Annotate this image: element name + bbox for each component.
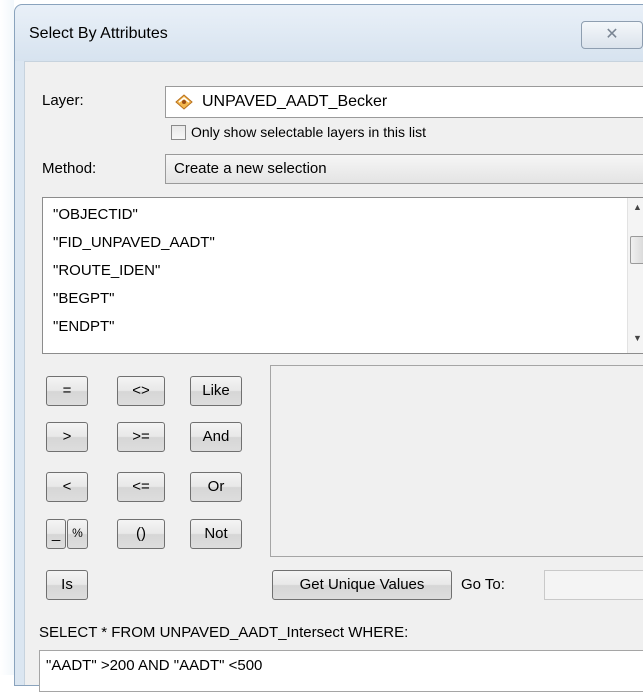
window-edge: [0, 0, 14, 675]
scroll-thumb[interactable]: [630, 236, 643, 264]
method-dropdown[interactable]: Create a new selection ▼: [165, 154, 643, 184]
list-item[interactable]: "ROUTE_IDEN": [53, 262, 160, 279]
list-item[interactable]: "FID_UNPAVED_AADT": [53, 234, 215, 251]
scroll-up-icon[interactable]: ▲: [628, 202, 643, 218]
layer-icon: [174, 92, 194, 112]
or-button[interactable]: Or: [190, 472, 242, 502]
like-button[interactable]: Like: [190, 376, 242, 406]
only-selectable-label: Only show selectable layers in this list: [191, 124, 426, 140]
dialog-client-area: Layer: UNPAVED_AADT_Becker ▼ Only show s…: [24, 61, 643, 692]
close-button[interactable]: ✕: [581, 21, 643, 49]
layer-label: Layer:: [42, 92, 84, 109]
only-selectable-checkbox[interactable]: [171, 125, 186, 140]
not-equal-button[interactable]: <>: [117, 376, 165, 406]
less-equal-button[interactable]: <=: [117, 472, 165, 502]
close-icon: ✕: [605, 26, 619, 43]
underscore-button[interactable]: _: [46, 519, 66, 549]
percent-button[interactable]: %: [67, 519, 88, 549]
list-item[interactable]: "ENDPT": [53, 318, 115, 335]
field-list-scrollbar[interactable]: ▲ ▼: [627, 198, 643, 353]
and-button[interactable]: And: [190, 422, 242, 452]
select-by-attributes-dialog: Select By Attributes ✕ Layer: UNPAVED_AA…: [14, 4, 643, 692]
get-unique-values-button[interactable]: Get Unique Values: [272, 570, 452, 600]
method-label: Method:: [42, 160, 97, 177]
field-list[interactable]: "OBJECTID" "FID_UNPAVED_AADT" "ROUTE_IDE…: [42, 197, 643, 354]
where-clause-text: "AADT" >200 AND "AADT" <500: [46, 657, 263, 674]
parentheses-button[interactable]: (): [117, 519, 165, 549]
goto-input[interactable]: [544, 570, 643, 600]
list-item[interactable]: "OBJECTID": [53, 206, 138, 223]
is-button[interactable]: Is: [46, 570, 88, 600]
window-title: Select By Attributes: [29, 25, 168, 42]
unique-values-list[interactable]: [270, 365, 643, 557]
less-than-button[interactable]: <: [46, 472, 88, 502]
scroll-down-icon[interactable]: ▼: [628, 333, 643, 349]
equals-button[interactable]: =: [46, 376, 88, 406]
title-bar[interactable]: Select By Attributes ✕: [15, 5, 643, 61]
sql-prefix-label: SELECT * FROM UNPAVED_AADT_Intersect WHE…: [39, 624, 409, 641]
layer-value: UNPAVED_AADT_Becker: [202, 93, 388, 110]
method-value: Create a new selection: [174, 160, 327, 177]
where-clause-textarea[interactable]: "AADT" >200 AND "AADT" <500 ▲: [39, 650, 643, 692]
goto-label: Go To:: [461, 576, 505, 593]
layer-dropdown[interactable]: UNPAVED_AADT_Becker ▼: [165, 86, 643, 118]
greater-equal-button[interactable]: >=: [117, 422, 165, 452]
not-button[interactable]: Not: [190, 519, 242, 549]
greater-than-button[interactable]: >: [46, 422, 88, 452]
list-item[interactable]: "BEGPT": [53, 290, 115, 307]
